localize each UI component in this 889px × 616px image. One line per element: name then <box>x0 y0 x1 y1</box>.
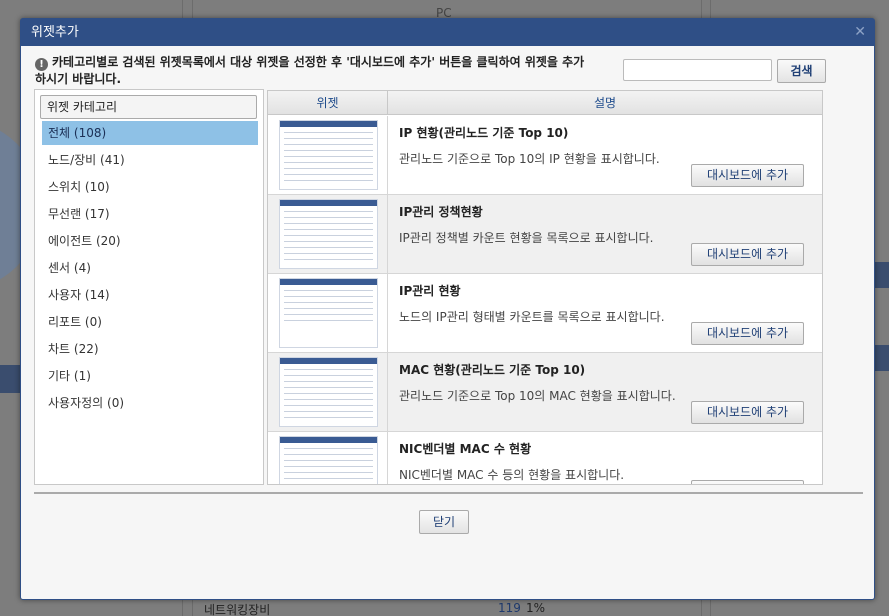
widget-thumbnail-cell <box>268 353 388 432</box>
widget-table: 위젯 설명 IP 현황(관리노드 기준 Top 10) 관리노드 기준으로 To… <box>267 90 823 485</box>
add-to-dashboard-button[interactable]: 대시보드에 추가 <box>691 401 804 424</box>
category-item-etc[interactable]: 기타 (1) <box>42 364 258 388</box>
table-row: IP관리 정책현황 IP관리 정책별 카운트 현황을 목록으로 표시합니다. 대… <box>268 195 822 274</box>
widget-title: IP 현황(관리노드 기준 Top 10) <box>399 126 569 140</box>
background-bottom-item: 네트워킹장비 <box>204 603 271 616</box>
widget-thumbnail <box>279 120 378 190</box>
widget-description: NIC벤더별 MAC 수 등의 현황을 표시합니다. <box>399 468 625 482</box>
widget-thumbnail-cell <box>268 432 388 484</box>
info-icon: ! <box>35 58 48 71</box>
category-item-wireless[interactable]: 무선랜 (17) <box>42 202 258 226</box>
widget-title: MAC 현황(관리노드 기준 Top 10) <box>399 363 586 377</box>
background-bottom-pct: 1% <box>526 601 546 615</box>
category-item-report[interactable]: 리포트 (0) <box>42 310 258 334</box>
widget-description: IP관리 정책별 카운트 현황을 목록으로 표시합니다. <box>399 231 654 245</box>
widget-thumbnail <box>279 357 378 427</box>
dialog-divider <box>34 492 863 494</box>
widget-thumbnail <box>279 199 378 269</box>
background-panel-header <box>0 365 22 393</box>
widget-thumbnail-cell <box>268 116 388 195</box>
dialog-titlebar: 위젯추가 ✕ <box>21 19 874 46</box>
background-bottom-row: 네트워킹장비 119 1% <box>204 601 545 616</box>
category-item-custom[interactable]: 사용자정의 (0) <box>42 391 258 415</box>
background-bottom-count: 119 <box>498 601 521 615</box>
add-to-dashboard-button[interactable]: 대시보드에 추가 <box>691 322 804 345</box>
widget-description: 관리노드 기준으로 Top 10의 IP 현황을 표시합니다. <box>399 152 660 166</box>
add-to-dashboard-button[interactable]: 대시보드에 추가 <box>691 164 804 187</box>
widget-thumbnail <box>279 436 378 484</box>
dialog-description-text: 카테고리별로 검색된 위젯목록에서 대상 위젯을 선정한 후 '대시보드에 추가… <box>35 55 585 86</box>
category-panel: 위젯 카테고리 전체 (108) 노드/장비 (41) 스위치 (10) 무선랜… <box>34 89 264 485</box>
category-item-chart[interactable]: 차트 (22) <box>42 337 258 361</box>
category-item-switch[interactable]: 스위치 (10) <box>42 175 258 199</box>
column-header-description: 설명 <box>593 96 617 110</box>
widget-description: 노드의 IP관리 형태별 카운트를 목록으로 표시합니다. <box>399 310 665 324</box>
table-header: 위젯 설명 <box>268 91 822 115</box>
table-row: NIC벤더별 MAC 수 현황 NIC벤더별 MAC 수 등의 현황을 표시합니… <box>268 432 822 484</box>
category-header: 위젯 카테고리 <box>40 95 257 119</box>
dialog-title: 위젯추가 <box>31 25 79 40</box>
category-item-sensor[interactable]: 센서 (4) <box>42 256 258 280</box>
widget-title: IP관리 현황 <box>399 284 461 298</box>
widget-thumbnail <box>279 278 378 348</box>
widget-thumbnail-cell <box>268 195 388 274</box>
widget-description: 관리노드 기준으로 Top 10의 MAC 현황을 표시합니다. <box>399 389 676 403</box>
table-row: IP 현황(관리노드 기준 Top 10) 관리노드 기준으로 Top 10의 … <box>268 116 822 195</box>
category-item-all[interactable]: 전체 (108) <box>42 121 258 145</box>
table-row: IP관리 현황 노드의 IP관리 형태별 카운트를 목록으로 표시합니다. 대시… <box>268 274 822 353</box>
category-item-user[interactable]: 사용자 (14) <box>42 283 258 307</box>
column-header-widget: 위젯 <box>268 91 388 115</box>
add-to-dashboard-button[interactable]: 대시보드에 추가 <box>691 243 804 266</box>
widget-title: NIC벤더별 MAC 수 현황 <box>399 442 532 456</box>
widget-title: IP관리 정책현황 <box>399 205 483 219</box>
dialog-description: ! 카테고리별로 검색된 위젯목록에서 대상 위젯을 선정한 후 '대시보드에 추… <box>35 54 595 87</box>
table-row: MAC 현황(관리노드 기준 Top 10) 관리노드 기준으로 Top 10의… <box>268 353 822 432</box>
category-item-node[interactable]: 노드/장비 (41) <box>42 148 258 172</box>
widget-add-dialog: 위젯추가 ✕ ! 카테고리별로 검색된 위젯목록에서 대상 위젯을 선정한 후 '… <box>20 18 875 600</box>
category-item-agent[interactable]: 에이전트 (20) <box>42 229 258 253</box>
close-button[interactable]: 닫기 <box>419 510 469 534</box>
add-to-dashboard-button[interactable] <box>691 480 804 484</box>
close-icon[interactable]: ✕ <box>854 19 866 46</box>
search-input[interactable] <box>623 59 772 81</box>
search-button[interactable]: 검색 <box>777 59 826 83</box>
widget-thumbnail-cell <box>268 274 388 353</box>
